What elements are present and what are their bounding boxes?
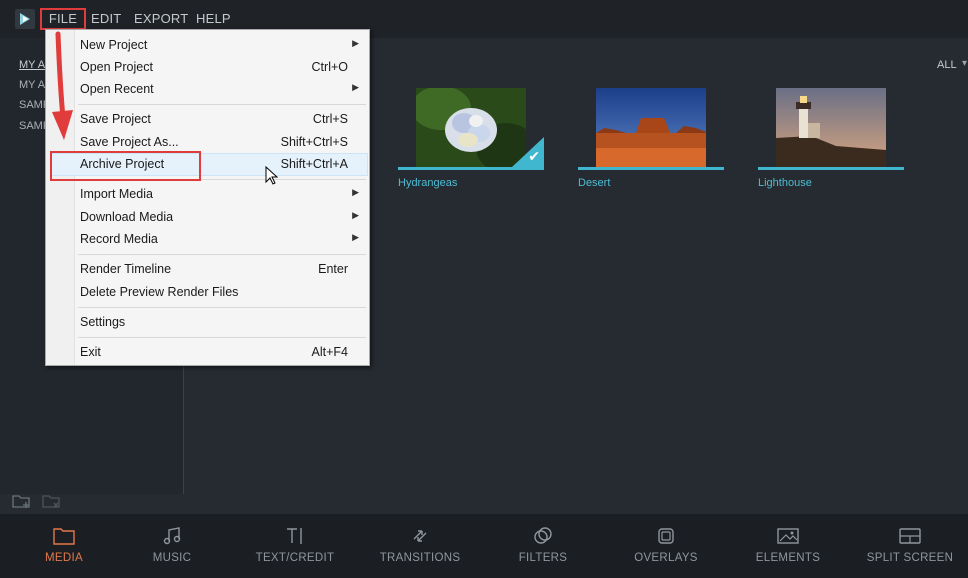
media-item-hydrangeas[interactable]: ✔ (398, 88, 544, 170)
tab-filters[interactable]: FILTERS (503, 514, 583, 578)
menu-item-label: Download Media (80, 210, 174, 224)
menu-item-open-project[interactable]: Open Project Ctrl+O (46, 56, 369, 78)
menu-item-save-project-as[interactable]: Save Project As... Shift+Ctrl+S (46, 131, 369, 153)
transitions-icon (410, 527, 430, 550)
media-label-lighthouse: Lighthouse (758, 177, 812, 189)
submenu-arrow-icon: ▶ (352, 210, 359, 220)
menu-file[interactable]: FILE (40, 8, 86, 30)
filters-icon (533, 527, 553, 550)
menu-item-label: Import Media (80, 187, 153, 201)
menu-edit[interactable]: EDIT (91, 11, 121, 26)
tab-split-screen[interactable]: SPLIT SCREEN (862, 514, 958, 578)
tab-filters-label: FILTERS (518, 552, 568, 564)
text-cursor-icon (285, 527, 305, 550)
menu-item-label: Exit (80, 345, 101, 359)
lighthouse-thumbnail (776, 88, 886, 167)
overlays-icon (656, 527, 676, 550)
media-label-hydrangeas: Hydrangeas (398, 177, 458, 189)
checkmark-icon: ✔ (528, 148, 540, 164)
tab-transitions[interactable]: TRANSITIONS (370, 514, 470, 578)
menu-item-label: Save Project As... (80, 135, 179, 149)
file-menu-dropdown: New Project ▶ Open Project Ctrl+O Open R… (45, 29, 370, 366)
mouse-cursor-icon (265, 166, 279, 185)
delete-folder-icon[interactable] (42, 493, 62, 514)
menu-item-label: Render Timeline (80, 262, 172, 276)
menu-item-label: Open Recent (80, 82, 154, 96)
media-item-desert[interactable] (578, 88, 724, 170)
menu-item-open-recent[interactable]: Open Recent ▶ (46, 78, 369, 100)
split-screen-icon (899, 527, 921, 550)
menu-item-exit[interactable]: Exit Alt+F4 (46, 341, 369, 363)
submenu-arrow-icon: ▶ (352, 38, 359, 48)
filter-dropdown-label[interactable]: ALL (937, 59, 957, 71)
menu-item-record-media[interactable]: Record Media ▶ (46, 228, 369, 250)
tab-elements[interactable]: ELEMENTS (748, 514, 828, 578)
media-item-lighthouse[interactable] (758, 88, 904, 170)
media-label-desert: Desert (578, 177, 611, 189)
bottom-toolbar: MEDIA MUSIC TEXT/CREDIT TRANSITIONS FILT… (0, 514, 968, 578)
menu-item-new-project[interactable]: New Project ▶ (46, 34, 369, 56)
menu-item-label: Open Project (80, 60, 153, 74)
menu-item-download-media[interactable]: Download Media ▶ (46, 206, 369, 228)
annotation-arrow-icon (52, 31, 73, 140)
tab-music[interactable]: MUSIC (132, 514, 212, 578)
menu-item-settings[interactable]: Settings (46, 311, 369, 333)
desert-thumbnail (596, 88, 706, 167)
tab-overlays[interactable]: OVERLAYS (626, 514, 706, 578)
hydrangeas-thumbnail (416, 88, 526, 167)
menu-item-shortcut: Ctrl+S (312, 112, 348, 126)
submenu-arrow-icon: ▶ (352, 232, 359, 242)
library-item-my-album[interactable]: MY A (19, 59, 45, 71)
tab-split-screen-label: SPLIT SCREEN (866, 552, 954, 564)
tab-media-label: MEDIA (45, 552, 83, 564)
menu-item-delete-preview-render-files[interactable]: Delete Preview Render Files (46, 281, 369, 303)
menu-separator (78, 307, 366, 308)
submenu-arrow-icon: ▶ (352, 187, 359, 197)
add-folder-icon[interactable] (12, 493, 32, 514)
menu-item-label: Record Media (80, 232, 158, 246)
tab-elements-label: ELEMENTS (755, 552, 821, 564)
tab-music-label: MUSIC (152, 552, 192, 564)
image-icon (777, 527, 799, 550)
tab-text-credit[interactable]: TEXT/CREDIT (245, 514, 345, 578)
menu-separator (78, 254, 366, 255)
menu-item-render-timeline[interactable]: Render Timeline Enter (46, 258, 369, 280)
menu-item-label: Settings (80, 315, 126, 329)
app-logo-icon[interactable] (15, 9, 35, 29)
menu-item-save-project[interactable]: Save Project Ctrl+S (46, 108, 369, 130)
submenu-arrow-icon: ▶ (352, 82, 359, 92)
menu-item-shortcut: Shift+Ctrl+A (280, 157, 348, 171)
menu-item-label: Save Project (80, 112, 151, 126)
annotation-highlight-box (50, 151, 201, 181)
menu-help[interactable]: HELP (196, 11, 231, 26)
menu-item-shortcut: Shift+Ctrl+S (280, 135, 348, 149)
folder-icon (53, 527, 75, 550)
menu-item-import-media[interactable]: Import Media ▶ (46, 183, 369, 205)
music-note-icon (162, 527, 182, 550)
tab-media[interactable]: MEDIA (24, 514, 104, 578)
library-item-my-album-2[interactable]: MY A (19, 79, 45, 91)
tab-text-credit-label: TEXT/CREDIT (255, 552, 335, 564)
menu-item-label: New Project (80, 38, 148, 52)
chevron-down-icon[interactable]: ▾ (962, 58, 967, 69)
menu-item-shortcut: Enter (318, 262, 348, 276)
menu-item-label: Delete Preview Render Files (80, 285, 239, 299)
menu-separator (78, 337, 366, 338)
menu-export[interactable]: EXPORT (134, 11, 188, 26)
menu-separator (78, 104, 366, 105)
menu-item-shortcut: Ctrl+O (311, 60, 348, 74)
tab-transitions-label: TRANSITIONS (379, 552, 461, 564)
menu-item-shortcut: Alt+F4 (311, 345, 348, 359)
tab-overlays-label: OVERLAYS (634, 552, 698, 564)
